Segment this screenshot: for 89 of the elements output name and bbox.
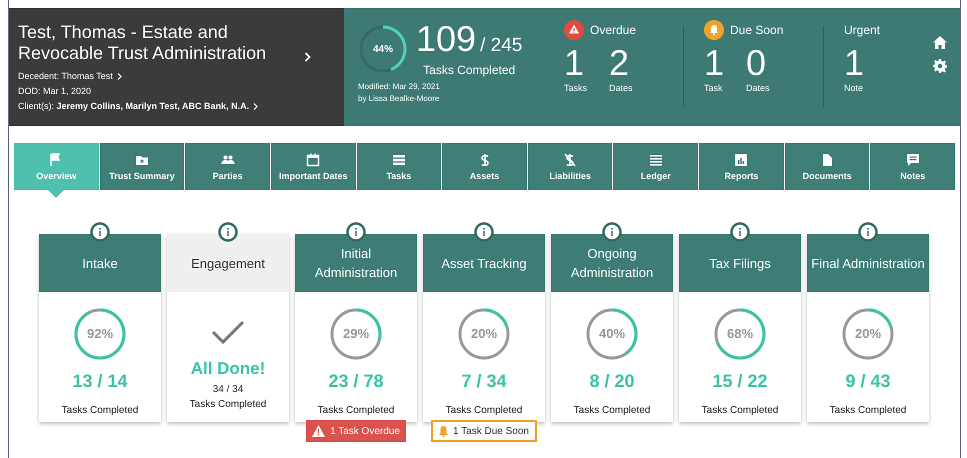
percent-label: 29% [342,325,370,344]
stat-label: Tasks Completed [830,404,906,418]
stat-label: Tasks Completed [422,62,516,78]
stage-title: Engagement [191,254,265,272]
bell-icon [704,20,724,40]
stage-title: Final Administration [811,254,925,272]
warning-icon [564,20,584,40]
stat-label: Tasks Completed [446,404,522,418]
count-label: Note [844,82,864,95]
decedent-link[interactable]: Decedent: Thomas Test [18,70,113,82]
chevron-icon[interactable] [304,52,311,62]
tab-icon [820,152,834,166]
stage-title: Tax Filings [709,254,771,272]
count-label: Dates [746,82,770,95]
percent-label: 20% [470,325,498,344]
count-label: Tasks [564,82,588,95]
percent-label: 44% [372,42,393,57]
tab[interactable]: Tasks [356,143,442,190]
tab-pointer [48,190,64,198]
tab[interactable]: Documents [784,143,870,190]
tab[interactable]: Assets [442,143,527,190]
tab-icon [220,152,235,166]
chevron-icon[interactable] [253,102,258,110]
warning-icon [312,425,326,437]
bell-icon [439,426,448,436]
case-title[interactable]: Test, Thomas - Estate and Revocable Trust Administration [18,22,300,64]
tab[interactable]: Reports [699,143,784,190]
alert-count[interactable]: 0 [746,44,770,82]
completed-count: 109 [416,20,476,58]
tab-icon [648,152,663,166]
home-icon[interactable] [933,36,947,49]
alert-title: Overdue [590,22,636,39]
info-icon[interactable] [730,222,750,242]
modified-by: by Lissa Bealke-Moore [358,92,440,104]
chevron-icon[interactable] [116,72,122,80]
count-label: Task [704,82,724,95]
stat-label: Tasks Completed [62,404,138,418]
percent-label: 68% [726,325,754,344]
task-count: 23 / 78 [328,370,384,393]
tab[interactable]: Ledger [613,143,698,190]
info-icon[interactable] [602,222,622,242]
tab[interactable]: Important Dates [270,143,356,190]
task-count: 13 / 14 [72,370,128,393]
alert-badge[interactable]: 1 Task Due Soon [431,420,537,442]
stage-title: Asset Tracking [441,254,527,272]
stage-title: Ongoing Administration [570,245,654,282]
info-icon[interactable] [218,222,238,242]
tab-icon [563,152,578,166]
info-icon[interactable] [474,222,494,242]
tab[interactable]: Notes [870,143,956,190]
alert-count[interactable]: 1 [564,44,588,82]
task-count: 7 / 34 [461,370,507,393]
task-count: 9 / 43 [845,370,891,393]
tab[interactable]: Trust Summary [100,143,184,190]
stage-title: Intake [82,254,118,272]
count-label: Dates [609,82,633,95]
modified-date: Modified: Mar 29, 2021 [358,80,441,92]
task-count: 34 / 34 [212,382,244,396]
info-icon[interactable] [90,222,110,242]
checkmark-icon [211,320,245,344]
percent-label: 92% [86,325,114,344]
done-label: All Done! [190,358,266,380]
info-icon[interactable] [346,222,366,242]
total-count: / 245 [480,34,522,58]
stat-label: Tasks Completed [190,398,266,412]
info-icon[interactable] [858,222,878,242]
percent-label: 20% [854,325,882,344]
date-of-death: DOD: Mar 1, 2020 [18,84,92,98]
task-count: 15 / 22 [712,370,768,393]
stat-label: Tasks Completed [574,404,650,418]
stat-label: Tasks Completed [318,404,394,418]
alert-count[interactable]: 1 [704,44,724,82]
settings-icon[interactable] [933,59,947,73]
tab[interactable]: Parties [185,143,270,190]
alert-badge[interactable]: 1 Task Overdue [306,420,406,442]
stage-title: Initial Administration [314,245,398,282]
alert-title: Urgent [844,22,880,39]
alert-count[interactable]: 1 [844,44,864,82]
percent-label: 40% [598,325,626,344]
clients-link[interactable]: Client(s): Jeremy Collins, Marilyn Test, ABC Bank, N.A. [18,100,250,112]
tab-icon [306,152,320,166]
stat-label: Tasks Completed [702,404,778,418]
alert-count[interactable]: 2 [609,44,633,82]
tab-icon [392,152,406,166]
alert-title: Due Soon [730,22,784,39]
tab-icon [906,152,920,166]
tab-icon [734,152,748,166]
tab[interactable]: Liabilities [528,143,612,190]
task-count: 8 / 20 [589,370,635,393]
